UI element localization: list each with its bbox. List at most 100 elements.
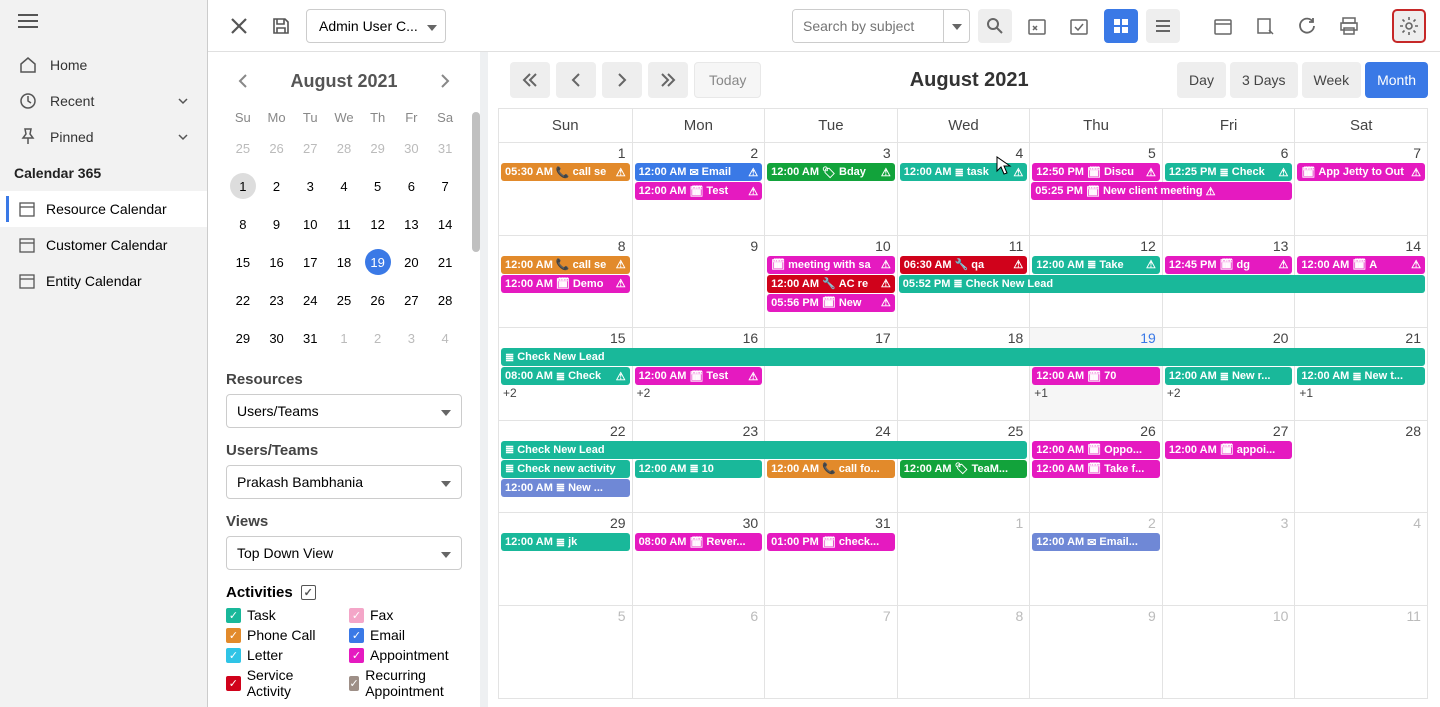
day-cell[interactable]: 8 (897, 606, 1030, 699)
activity-email[interactable]: ✓Email (349, 627, 462, 643)
close-icon[interactable] (222, 9, 256, 43)
mini-day[interactable]: 31 (293, 319, 327, 357)
event-span[interactable]: 05:25 PM 🗓 New client meeting⚠ (1031, 182, 1292, 200)
activities-master-checkbox[interactable]: ✓ (301, 585, 316, 600)
mini-day[interactable]: 31 (428, 129, 462, 167)
list-view-button[interactable] (1146, 9, 1180, 43)
day-cell[interactable]: 2712:00 AM 🗓 appoi... (1162, 421, 1295, 513)
mini-day[interactable]: 3 (293, 167, 327, 205)
mini-day[interactable]: 1 (327, 319, 361, 357)
view-month[interactable]: Month (1365, 62, 1428, 98)
activity-appointment[interactable]: ✓Appointment (349, 647, 462, 663)
day-cell[interactable]: 2412:00 AM 📞 call fo... (764, 421, 897, 513)
day-cell[interactable]: 4 (1294, 513, 1427, 605)
event[interactable]: 12:00 AM ≣ New ... (501, 479, 630, 497)
mini-day[interactable]: 3 (395, 319, 429, 357)
tab-entity-calendar[interactable]: Entity Calendar (0, 263, 207, 299)
menu-toggle[interactable] (0, 0, 207, 47)
day-cell[interactable]: 2012:00 AM ≣ New r...+2 (1162, 328, 1295, 420)
day-cell[interactable]: 9 (632, 236, 765, 328)
event[interactable]: 12:00 AM ≣ New r... (1165, 367, 1293, 385)
notepad-icon[interactable] (1248, 9, 1282, 43)
event[interactable]: 12:00 AM 🗓 A⚠ (1297, 256, 1425, 274)
day-cell[interactable]: 212:00 AM ✉ Email... (1029, 513, 1162, 605)
event[interactable]: 🗓 meeting with sa⚠ (767, 256, 895, 274)
day-cell[interactable]: 312:00 AM 🏷 Bday⚠ (764, 143, 897, 235)
event[interactable]: 12:00 AM ≣ jk (501, 533, 630, 551)
view-3days[interactable]: 3 Days (1230, 62, 1298, 98)
mini-day[interactable]: 28 (428, 281, 462, 319)
event[interactable]: 12:00 AM 🗓 Demo⚠ (501, 275, 630, 293)
mini-day[interactable]: 25 (226, 129, 260, 167)
mini-day[interactable]: 11 (327, 205, 361, 243)
event[interactable]: 08:00 AM 🗓 Rever... (635, 533, 763, 551)
event[interactable]: 12:00 AM 🗓 70 (1032, 367, 1160, 385)
day-cell[interactable]: 18+1 (897, 328, 1030, 420)
mini-day[interactable]: 29 (361, 129, 395, 167)
mini-day[interactable]: 22 (226, 281, 260, 319)
mini-next[interactable] (428, 64, 462, 98)
event[interactable]: 12:00 AM 🗓 Take f... (1032, 460, 1160, 478)
day-cell[interactable]: 10🗓 meeting with sa⚠12:00 AM 🔧 AC re⚠05:… (764, 236, 897, 328)
nav-first[interactable] (510, 62, 550, 98)
settings-icon[interactable] (1392, 9, 1426, 43)
day-cell[interactable]: 7 (764, 606, 897, 699)
day-cell[interactable]: 412:00 AM ≣ task⚠ (897, 143, 1030, 235)
event[interactable]: 06:30 AM 🔧 qa⚠ (900, 256, 1028, 274)
event[interactable]: 12:00 AM 🔧 AC re⚠ (767, 275, 895, 293)
grid-view-button[interactable] (1104, 9, 1138, 43)
activity-letter[interactable]: ✓Letter (226, 647, 339, 663)
mini-day[interactable]: 16 (260, 243, 294, 281)
tab-resource-calendar[interactable]: Resource Calendar (0, 191, 207, 227)
activity-task[interactable]: ✓Task (226, 607, 339, 623)
mini-day[interactable]: 6 (395, 167, 429, 205)
day-cell[interactable]: 11 (1294, 606, 1427, 699)
day-cell[interactable]: 17+2 (764, 328, 897, 420)
mini-prev[interactable] (226, 64, 260, 98)
day-cell[interactable]: 1 (897, 513, 1030, 605)
mini-day[interactable]: 1 (226, 167, 260, 205)
more-link[interactable]: +2 (635, 386, 763, 400)
mini-day[interactable]: 5 (361, 167, 395, 205)
event[interactable]: 12:00 AM ≣ New t... (1297, 367, 1425, 385)
event[interactable]: 12:00 AM 🗓 Test⚠ (635, 182, 763, 200)
day-cell[interactable]: 812:00 AM 📞 call se⚠12:00 AM 🗓 Demo⚠ (499, 236, 632, 328)
nav-pinned[interactable]: Pinned (0, 119, 207, 155)
activity-fax[interactable]: ✓Fax (349, 607, 462, 623)
day-cell[interactable]: 2312:00 AM ≣ 10 (632, 421, 765, 513)
event[interactable]: 🗓 App Jetty to Out⚠ (1297, 163, 1425, 181)
mini-day[interactable]: 21 (428, 243, 462, 281)
search-box[interactable] (792, 9, 970, 43)
view-week[interactable]: Week (1302, 62, 1362, 98)
mini-day[interactable]: 27 (293, 129, 327, 167)
mini-day[interactable]: 30 (260, 319, 294, 357)
day-cell[interactable]: 10 (1162, 606, 1295, 699)
activity-phone-call[interactable]: ✓Phone Call (226, 627, 339, 643)
day-cell[interactable]: 212:00 AM ✉ Email⚠12:00 AM 🗓 Test⚠ (632, 143, 765, 235)
mini-day[interactable]: 8 (226, 205, 260, 243)
event[interactable]: 12:50 PM 🗓 Discu⚠ (1032, 163, 1160, 181)
event[interactable]: 12:00 AM 🗓 Oppo... (1032, 441, 1160, 459)
today-button[interactable]: Today (694, 62, 761, 98)
day-cell[interactable]: 5 (499, 606, 632, 699)
event[interactable]: 12:00 AM 📞 call se⚠ (501, 256, 630, 274)
resources-select[interactable]: Users/Teams (226, 394, 462, 428)
day-cell[interactable]: 9 (1029, 606, 1162, 699)
mini-day[interactable]: 20 (395, 243, 429, 281)
mini-day[interactable]: 2 (361, 319, 395, 357)
day-cell[interactable]: 3008:00 AM 🗓 Rever... (632, 513, 765, 605)
event[interactable]: 12:00 AM 🗓 appoi... (1165, 441, 1293, 459)
event[interactable]: 12:00 AM 🏷 Bday⚠ (767, 163, 895, 181)
mini-day[interactable]: 26 (361, 281, 395, 319)
more-link[interactable]: +1 (1032, 386, 1160, 400)
mini-day[interactable]: 23 (260, 281, 294, 319)
event[interactable]: 01:00 PM 🗓 check... (767, 533, 895, 551)
mini-day[interactable]: 12 (361, 205, 395, 243)
event[interactable]: 12:25 PM ≣ Check⚠ (1165, 163, 1293, 181)
day-cell[interactable]: 1508:00 AM ≣ Check⚠+2 (499, 328, 632, 420)
mini-day[interactable]: 4 (428, 319, 462, 357)
day-cell[interactable]: 22≣ Check new activity12:00 AM ≣ New ... (499, 421, 632, 513)
tab-customer-calendar[interactable]: Customer Calendar (0, 227, 207, 263)
event-span[interactable]: 05:52 PM ≣ Check New Lead (899, 275, 1425, 293)
day-cell[interactable]: 3 (1162, 513, 1295, 605)
